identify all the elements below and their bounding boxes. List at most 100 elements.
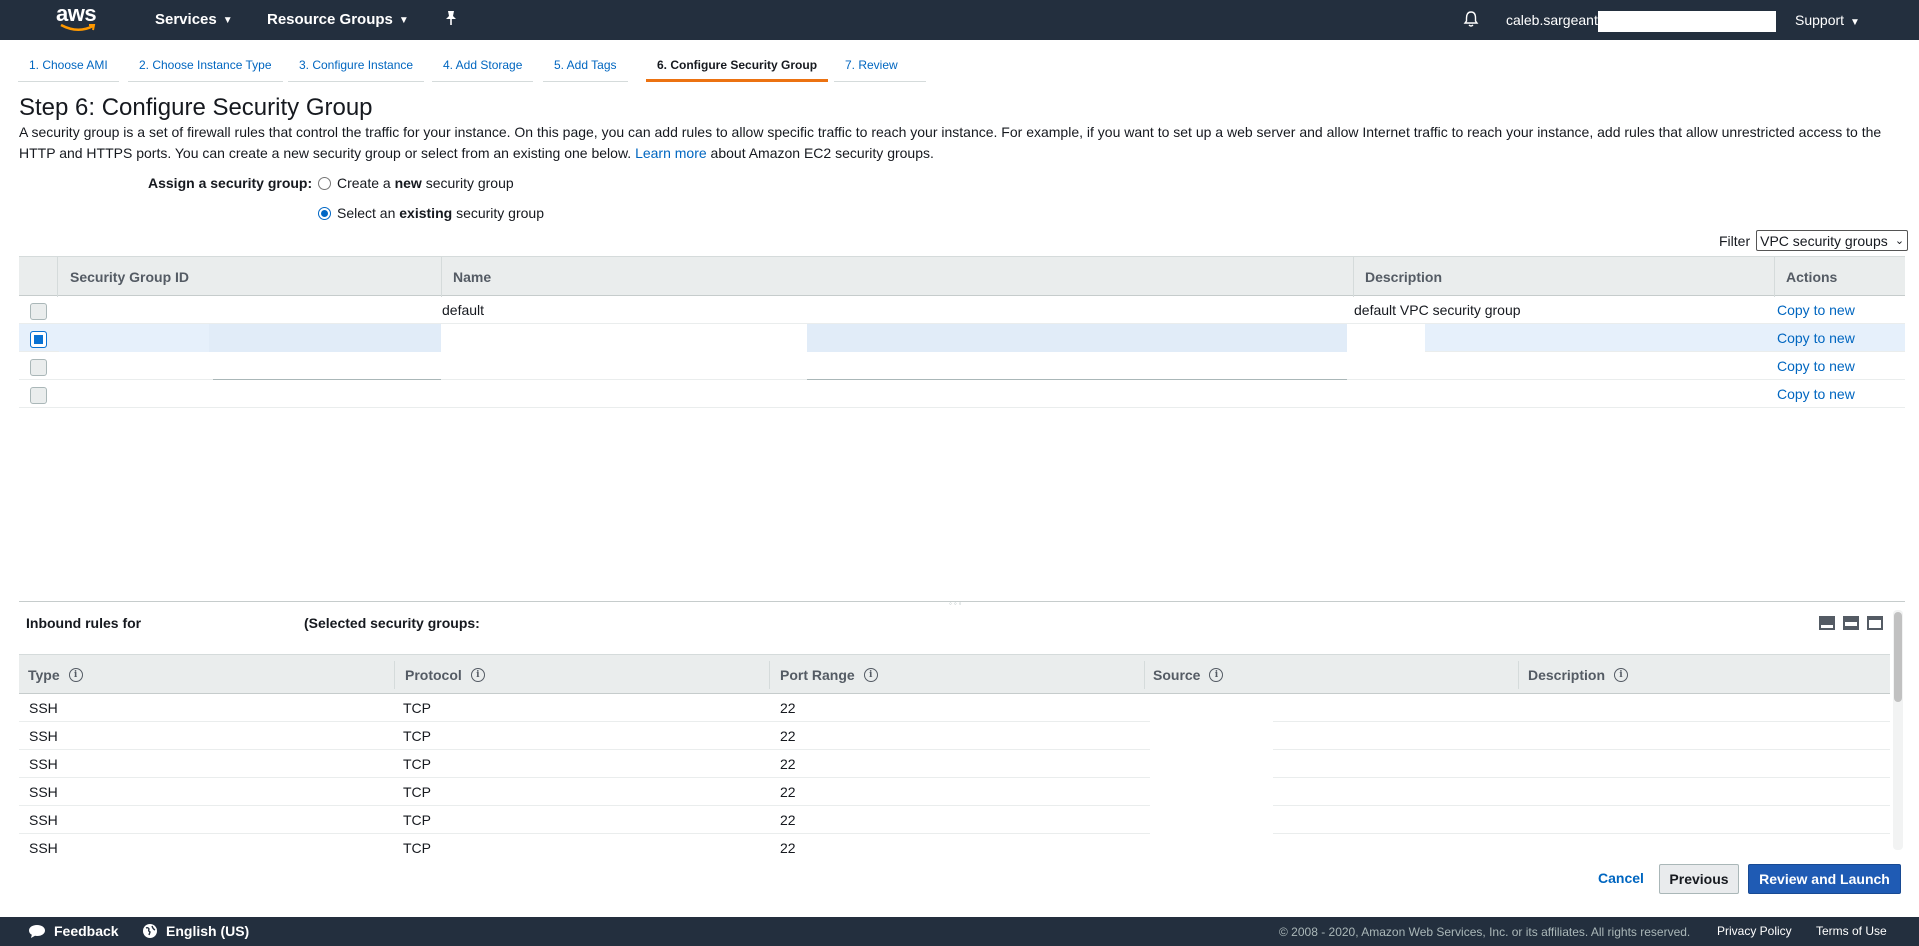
header-security-group-id[interactable]: Security Group ID xyxy=(70,257,189,297)
redacted-account-field xyxy=(1598,11,1776,32)
tab-review[interactable]: 7. Review xyxy=(834,52,926,82)
resize-handle[interactable]: ◦◦◦ xyxy=(949,599,964,608)
cell-type: SSH xyxy=(29,700,58,716)
row-checkbox[interactable] xyxy=(30,387,47,404)
cell-description: default VPC security group xyxy=(1354,302,1521,318)
inbound-rules-body: SSH TCP 22 SSH TCP 22 SSH TCP 22 SSH TCP… xyxy=(19,694,1890,854)
copyright-text: © 2008 - 2020, Amazon Web Services, Inc.… xyxy=(1279,925,1691,939)
pane-scrollbar[interactable] xyxy=(1893,610,1903,850)
table-row: SSH TCP 22 xyxy=(19,834,1890,854)
pin-icon[interactable] xyxy=(444,10,458,30)
resource-groups-menu[interactable]: Resource Groups ▼ xyxy=(267,11,409,28)
cell-port-range: 22 xyxy=(780,840,796,854)
cancel-button[interactable]: Cancel xyxy=(1598,870,1644,886)
copy-to-new-link[interactable]: Copy to new xyxy=(1777,386,1855,402)
inbound-rules-pane: ◦◦◦ Inbound rules for (Selected security… xyxy=(19,599,1905,854)
redacted-cell xyxy=(1150,722,1273,750)
intro-paragraph: A security group is a set of firewall ru… xyxy=(19,122,1904,164)
radio-button[interactable] xyxy=(318,176,331,190)
feedback-label: Feedback xyxy=(54,923,119,939)
top-navigation-bar: aws Services ▼ Resource Groups ▼ caleb.sar… xyxy=(0,0,1919,40)
info-icon[interactable]: i xyxy=(68,668,83,682)
row-checkbox[interactable] xyxy=(30,359,47,376)
cell-type: SSH xyxy=(29,784,58,800)
info-icon[interactable]: i xyxy=(1614,668,1629,682)
redacted-cell xyxy=(209,324,441,352)
tab-add-storage[interactable]: 4. Add Storage xyxy=(432,52,534,82)
cell-type: SSH xyxy=(29,840,58,854)
aws-smile-icon xyxy=(60,23,96,31)
redacted-cell xyxy=(441,324,807,352)
support-menu[interactable]: Support ▼ xyxy=(1795,12,1860,28)
previous-button[interactable]: Previous xyxy=(1659,864,1739,894)
language-selector[interactable]: English (US) xyxy=(142,923,249,939)
intro-suffix: about Amazon EC2 security groups. xyxy=(710,145,934,161)
table-row: SSH TCP 22 xyxy=(19,806,1890,834)
copy-to-new-link[interactable]: Copy to new xyxy=(1777,302,1855,318)
intro-text: A security group is a set of firewall ru… xyxy=(19,124,1882,161)
scrollbar-thumb[interactable] xyxy=(1894,612,1902,702)
cell-port-range: 22 xyxy=(780,756,796,772)
radio-label: Select an existing security group xyxy=(337,205,544,221)
aws-logo[interactable]: aws xyxy=(56,3,106,36)
selected-security-groups-label: (Selected security groups: xyxy=(304,615,480,631)
feedback-button[interactable]: Feedback xyxy=(28,923,119,939)
page-footer: Feedback English (US) © 2008 - 2020, Ama… xyxy=(0,917,1919,946)
table-row: SSH TCP 22 xyxy=(19,778,1890,806)
radio-button-checked[interactable] xyxy=(318,206,331,220)
redacted-cell xyxy=(1150,806,1273,834)
cell-protocol: TCP xyxy=(403,812,431,828)
header-actions: Actions xyxy=(1786,269,1838,285)
chevron-down-icon: ▼ xyxy=(398,15,409,26)
radio-select-existing[interactable]: Select an existing security group xyxy=(318,205,544,221)
pane-split-icon[interactable] xyxy=(1843,616,1859,630)
tab-choose-ami[interactable]: 1. Choose AMI xyxy=(18,52,119,82)
copy-to-new-link[interactable]: Copy to new xyxy=(1777,358,1855,374)
support-label: Support xyxy=(1795,12,1845,28)
speech-bubble-icon xyxy=(29,924,45,938)
tab-configure-instance[interactable]: 3. Configure Instance xyxy=(288,52,425,82)
pane-minimize-icon[interactable] xyxy=(1819,616,1835,630)
table-row[interactable]: default default VPC security group Copy … xyxy=(19,296,1905,324)
table-row[interactable]: Copy to new xyxy=(19,352,1905,380)
header-name[interactable]: Name xyxy=(453,257,491,297)
inbound-rules-header: Type i Protocol i Port Range i Source i Desc… xyxy=(19,654,1890,694)
header-description: Description i xyxy=(1528,655,1629,695)
table-row[interactable]: Copy to new xyxy=(19,380,1905,408)
column-divider xyxy=(1144,661,1145,689)
header-description[interactable]: Description xyxy=(1365,257,1442,297)
table-row[interactable]: Copy to new xyxy=(19,324,1905,352)
cell-port-range: 22 xyxy=(780,700,796,716)
cell-type: SSH xyxy=(29,728,58,744)
chevron-down-icon: ▼ xyxy=(1850,17,1860,28)
redacted-cell xyxy=(1347,324,1425,352)
cell-port-range: 22 xyxy=(780,784,796,800)
column-divider xyxy=(441,257,442,297)
copy-to-new-link[interactable]: Copy to new xyxy=(1777,330,1855,346)
info-icon[interactable]: i xyxy=(470,668,485,682)
security-groups-table: Security Group ID Name Description Actio… xyxy=(19,256,1905,408)
account-menu[interactable]: caleb.sargeant xyxy=(1506,12,1598,28)
radio-create-new[interactable]: Create a new security group xyxy=(318,175,514,191)
column-divider xyxy=(1353,257,1354,297)
tab-add-tags[interactable]: 5. Add Tags xyxy=(543,52,628,82)
review-and-launch-button[interactable]: Review and Launch xyxy=(1748,864,1901,894)
terms-of-use-link[interactable]: Terms of Use xyxy=(1816,924,1887,938)
assign-security-group-label: Assign a security group: xyxy=(148,175,313,191)
services-menu[interactable]: Services ▼ xyxy=(155,11,233,28)
filter-select[interactable]: VPC security groups ⌄ xyxy=(1756,230,1909,251)
cell-port-range: 22 xyxy=(780,812,796,828)
info-icon[interactable]: i xyxy=(1209,668,1224,682)
tab-configure-security-group[interactable]: 6. Configure Security Group xyxy=(646,52,829,82)
row-checkbox[interactable] xyxy=(30,303,47,320)
cell-protocol: TCP xyxy=(403,728,431,744)
table-row: SSH TCP 22 xyxy=(19,750,1890,778)
privacy-policy-link[interactable]: Privacy Policy xyxy=(1717,924,1792,938)
notifications-bell-icon[interactable] xyxy=(1463,10,1479,31)
learn-more-link[interactable]: Learn more xyxy=(635,145,707,161)
pane-maximize-icon[interactable] xyxy=(1867,616,1883,630)
cell-protocol: TCP xyxy=(403,700,431,716)
tab-choose-instance-type[interactable]: 2. Choose Instance Type xyxy=(128,52,283,82)
info-icon[interactable]: i xyxy=(863,668,878,682)
row-checkbox-checked[interactable] xyxy=(30,331,47,348)
